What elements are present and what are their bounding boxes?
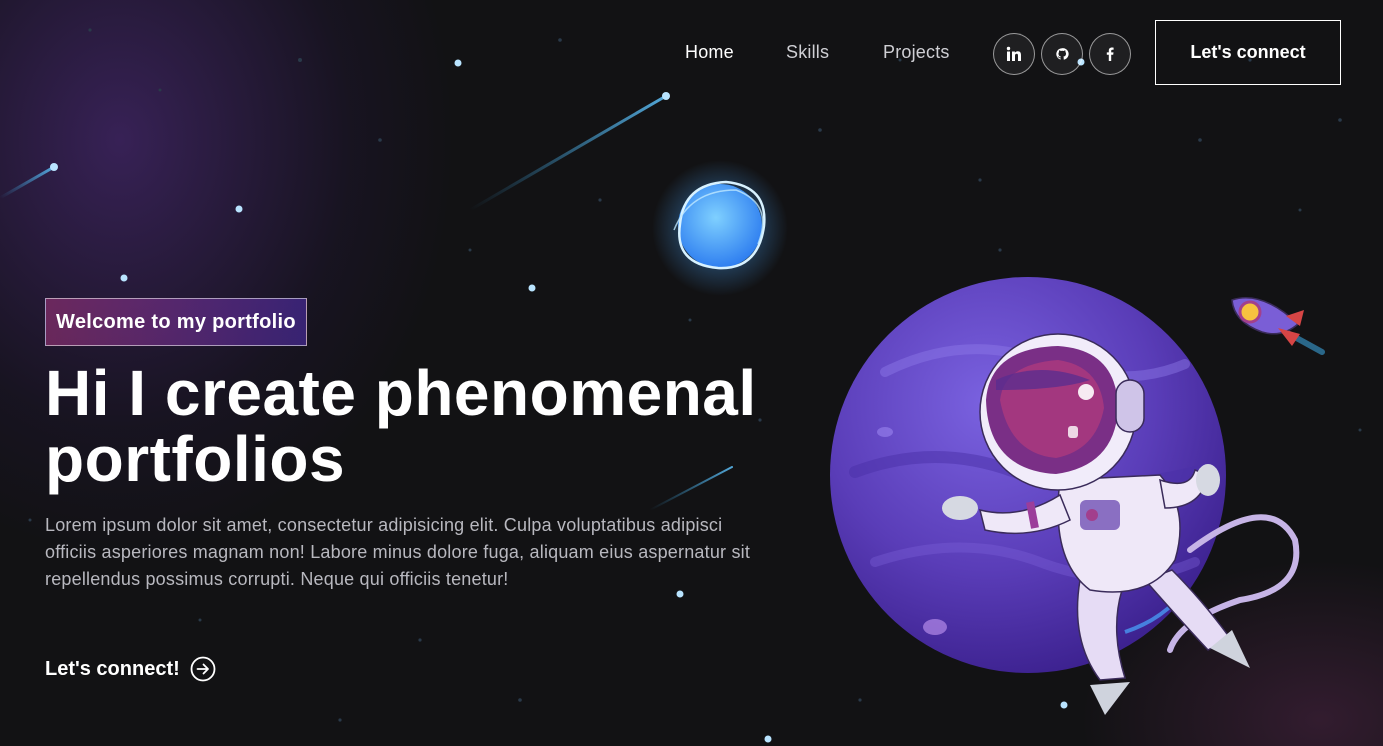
hero-description: Lorem ipsum dolor sit amet, consectetur … [45,515,751,589]
facebook-button[interactable] [1089,33,1131,75]
nav-link-skills[interactable]: Skills [786,42,829,63]
cta-label: Let's connect! [45,657,180,680]
page-title: Hi I create phenomenal portfolios [45,357,757,495]
rocket [1231,296,1325,355]
nav-link-projects[interactable]: Projects [883,42,950,63]
arrow-right-circle-icon [190,656,216,682]
nav-link-home[interactable]: Home [685,42,734,63]
cta-connect-button[interactable]: Let's connect! [45,654,216,684]
astronaut [942,333,1300,715]
facebook-icon [1106,47,1114,61]
blue-glowing-moon [652,160,788,296]
navbar: Home Skills Projects Let's connect [0,20,1383,85]
linkedin-button[interactable] [993,33,1035,75]
github-button[interactable] [1041,33,1083,75]
tagline-badge: Welcome to my portfolio [45,298,307,346]
connect-button[interactable]: Let's connect [1155,20,1341,85]
github-icon [1056,48,1069,60]
hero-section: Home Skills Projects Let's connect Welco… [0,0,1383,746]
linkedin-icon [1006,46,1021,61]
